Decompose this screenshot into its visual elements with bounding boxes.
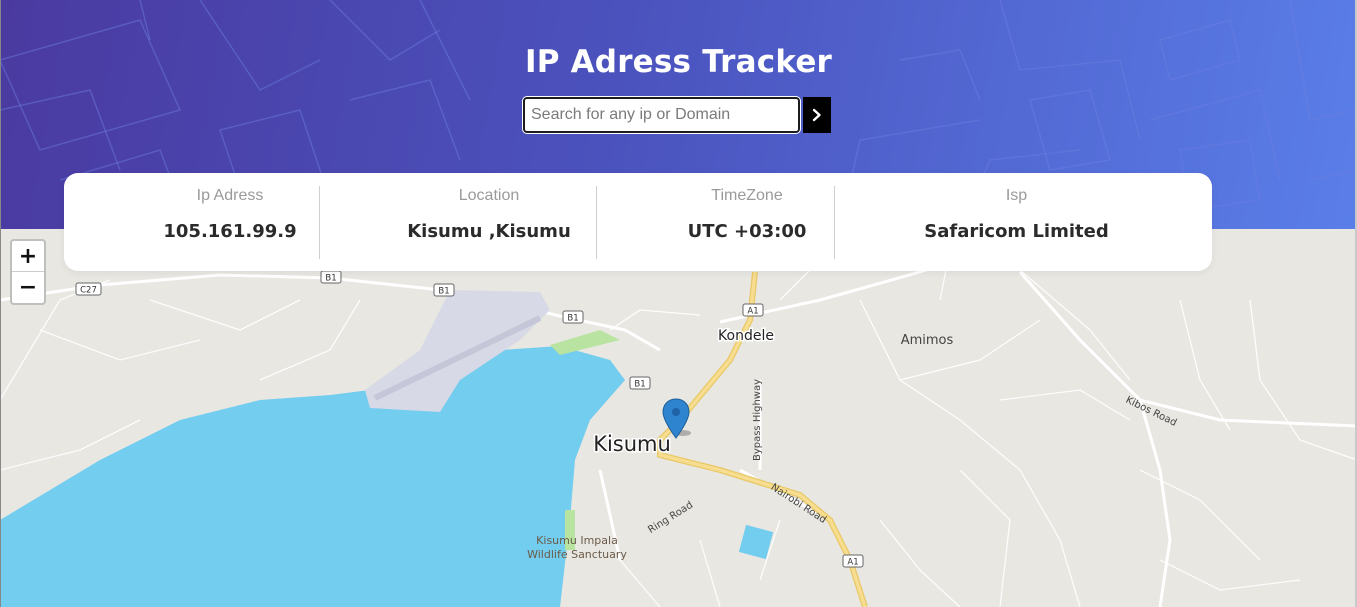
ip-info-card: Ip Adress 105.161.99.9 Location Kisumu ,…: [64, 173, 1212, 271]
zoom-in-button[interactable]: +: [12, 241, 44, 272]
map-label-sanctuary-line1: Kisumu Impala: [536, 534, 618, 547]
road-shield-b1: B1: [629, 376, 651, 390]
svg-text:B1: B1: [438, 287, 449, 297]
road-shield-a1: A1: [842, 554, 864, 568]
map-canvas[interactable]: C27 B1 B1 B1 B1 A1 A1 Kisumu Kondele Ami…: [0, 229, 1357, 607]
search-input[interactable]: [522, 96, 801, 134]
road-shield-c27: C27: [75, 282, 102, 296]
search-submit-button[interactable]: [803, 97, 831, 133]
ip-address-value: 105.161.99.9: [163, 221, 297, 242]
zoom-out-button[interactable]: −: [12, 272, 44, 302]
svg-text:A1: A1: [847, 558, 858, 568]
road-shield-a1: A1: [742, 303, 764, 317]
chevron-right-icon: [812, 108, 821, 122]
isp-section: Isp Safaricom Limited: [884, 173, 1149, 271]
isp-label: Isp: [1005, 187, 1028, 204]
page-title: IP Adress Tracker: [524, 44, 833, 80]
ip-address-section: Ip Adress 105.161.99.9: [124, 173, 336, 271]
ip-address-label: Ip Adress: [196, 187, 264, 204]
info-divider: [319, 186, 320, 259]
svg-text:A1: A1: [747, 307, 758, 317]
road-shield-b1: B1: [320, 270, 342, 284]
map-label-city: Kisumu: [593, 432, 671, 456]
timezone-value: UTC +03:00: [687, 221, 807, 242]
svg-text:B1: B1: [325, 274, 336, 284]
info-divider: [834, 186, 835, 259]
svg-text:B1: B1: [567, 314, 578, 324]
search-form: [522, 96, 831, 134]
map-zoom-control: + −: [10, 239, 46, 305]
svg-text:B1: B1: [634, 380, 645, 390]
map-label-sanctuary-line2: Wildlife Sanctuary: [527, 548, 627, 561]
location-section: Location Kisumu ,Kisumu: [364, 173, 614, 271]
road-shield-b1: B1: [562, 310, 584, 324]
location-value: Kisumu ,Kisumu: [407, 221, 571, 242]
map-label-amimos: Amimos: [901, 333, 954, 348]
info-divider: [596, 186, 597, 259]
timezone-label: TimeZone: [711, 187, 783, 204]
map-label-kondele: Kondele: [718, 328, 774, 344]
location-label: Location: [458, 187, 520, 204]
window-edge-left: [0, 0, 1, 607]
svg-text:C27: C27: [80, 286, 97, 296]
timezone-section: TimeZone UTC +03:00: [644, 173, 850, 271]
map-label-bypass-highway: Bypass Highway: [752, 379, 763, 461]
isp-value: Safaricom Limited: [924, 221, 1109, 242]
road-shield-b1: B1: [433, 283, 455, 297]
